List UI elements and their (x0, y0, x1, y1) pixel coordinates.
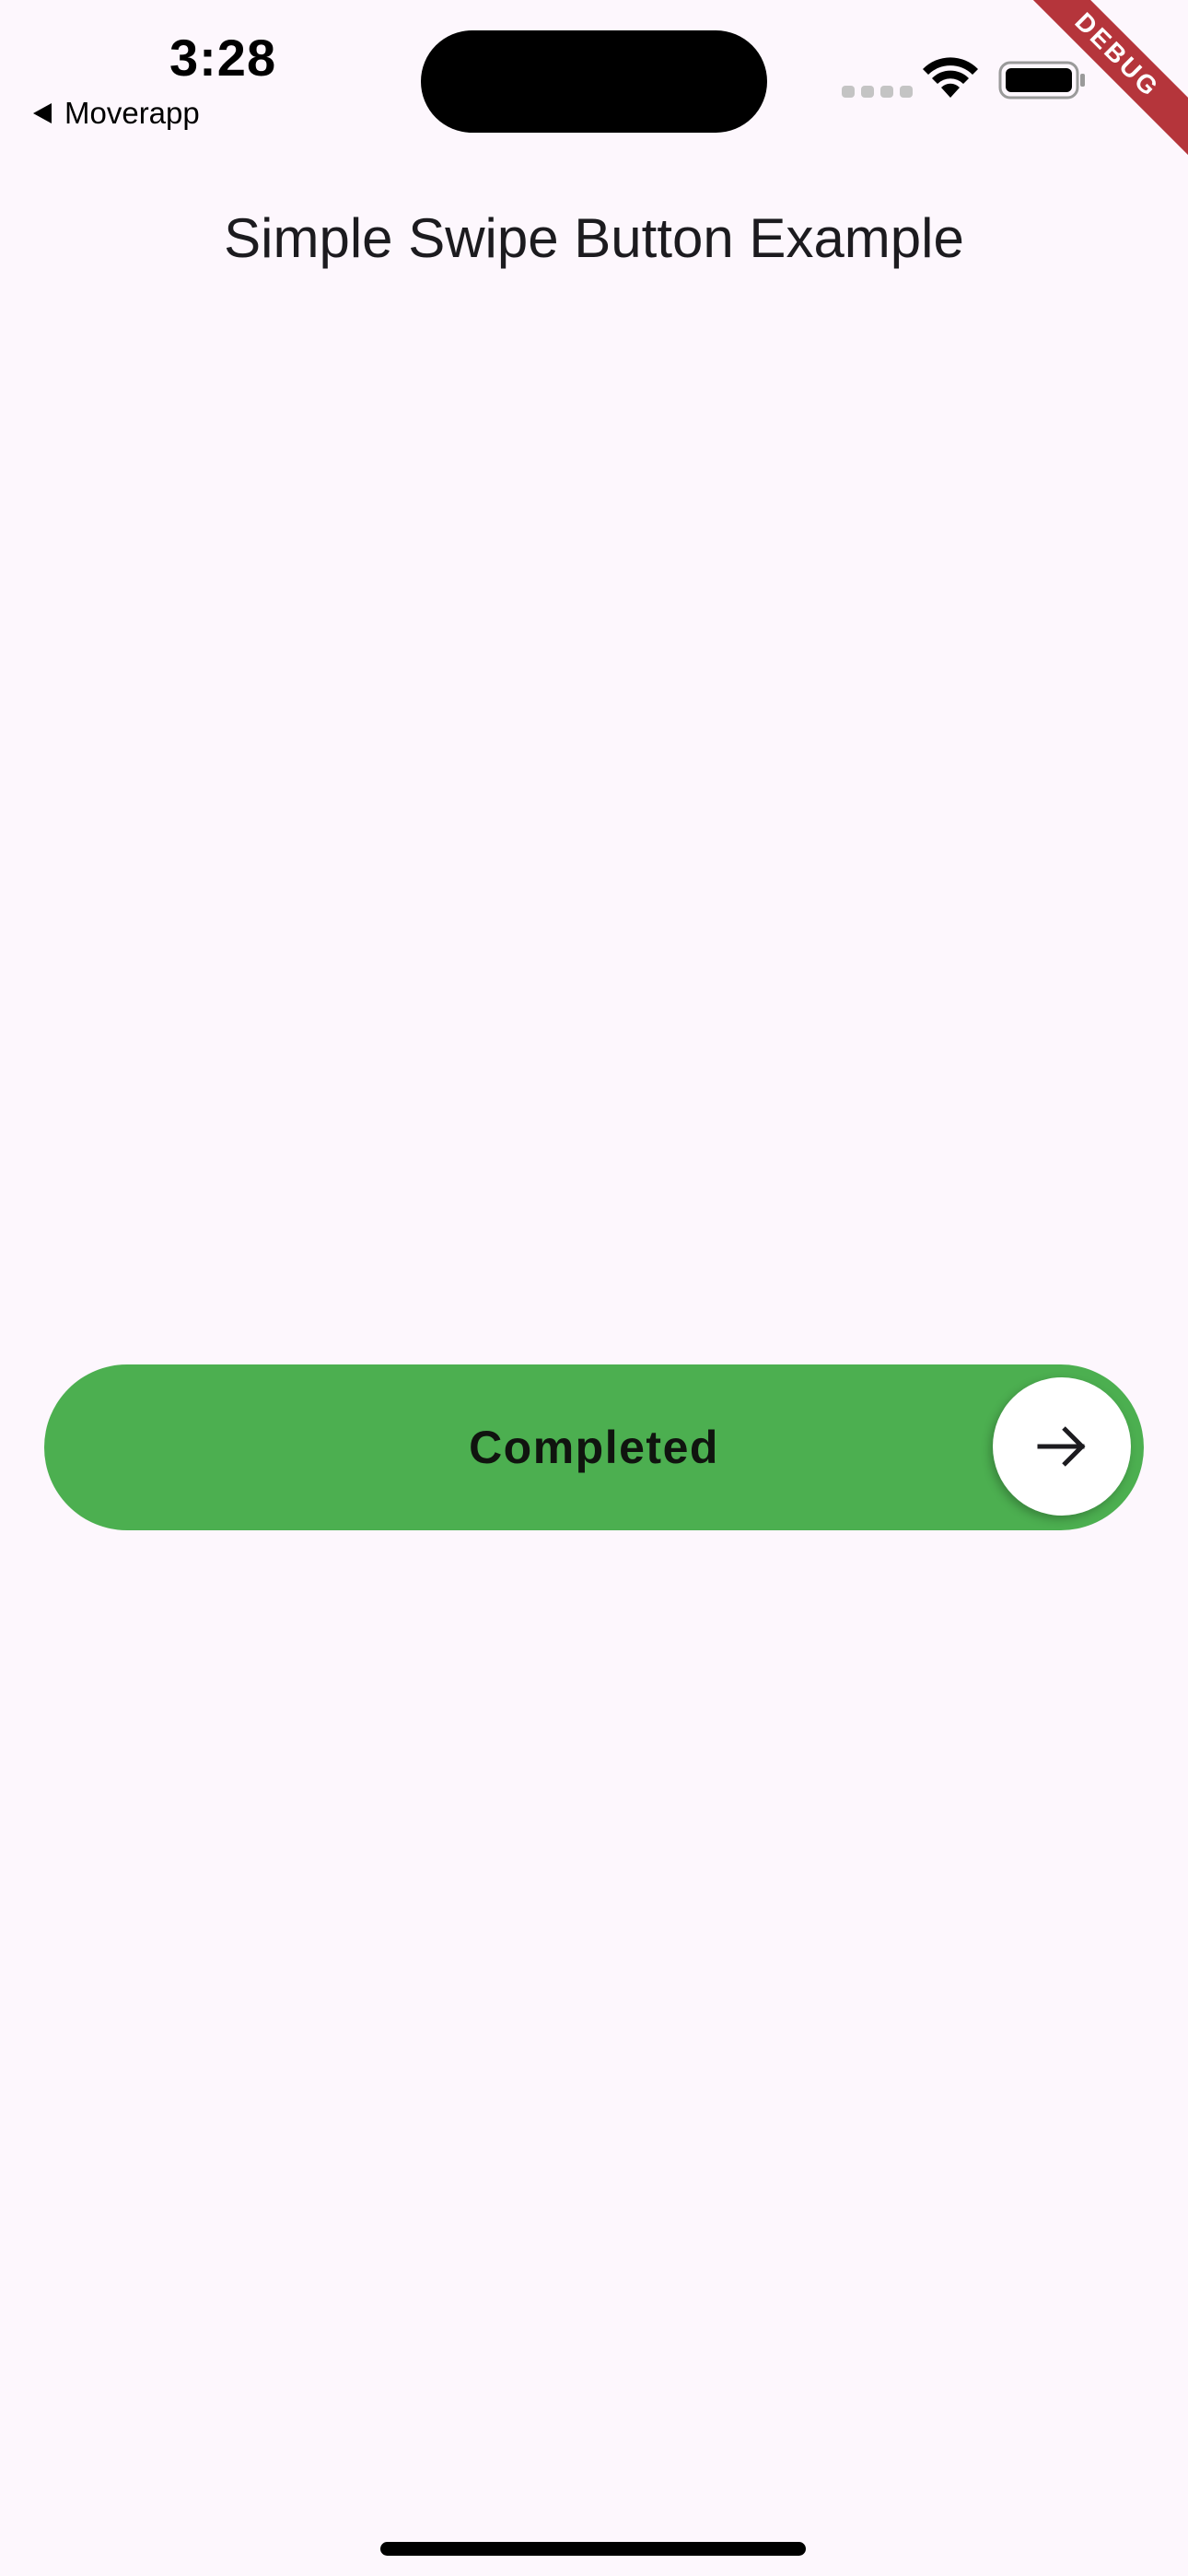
status-time: 3:28 (169, 29, 277, 87)
arrow-right-icon (1037, 1426, 1086, 1467)
debug-banner: DEBUG (1022, 0, 1188, 166)
cellular-signal-icon (842, 86, 913, 98)
wifi-icon (923, 57, 978, 98)
swipe-button-label: Completed (469, 1422, 719, 1473)
dynamic-island (421, 30, 767, 133)
home-indicator[interactable] (380, 2542, 806, 2556)
swipe-button[interactable]: Completed (44, 1364, 1144, 1530)
back-triangle-icon (33, 103, 52, 123)
back-app-label: Moverapp (64, 96, 200, 130)
page-title: Simple Swipe Button Example (224, 207, 964, 269)
swipe-thumb[interactable] (993, 1377, 1131, 1516)
debug-banner-label: DEBUG (1022, 0, 1188, 158)
back-to-app-button[interactable]: Moverapp (33, 96, 200, 131)
